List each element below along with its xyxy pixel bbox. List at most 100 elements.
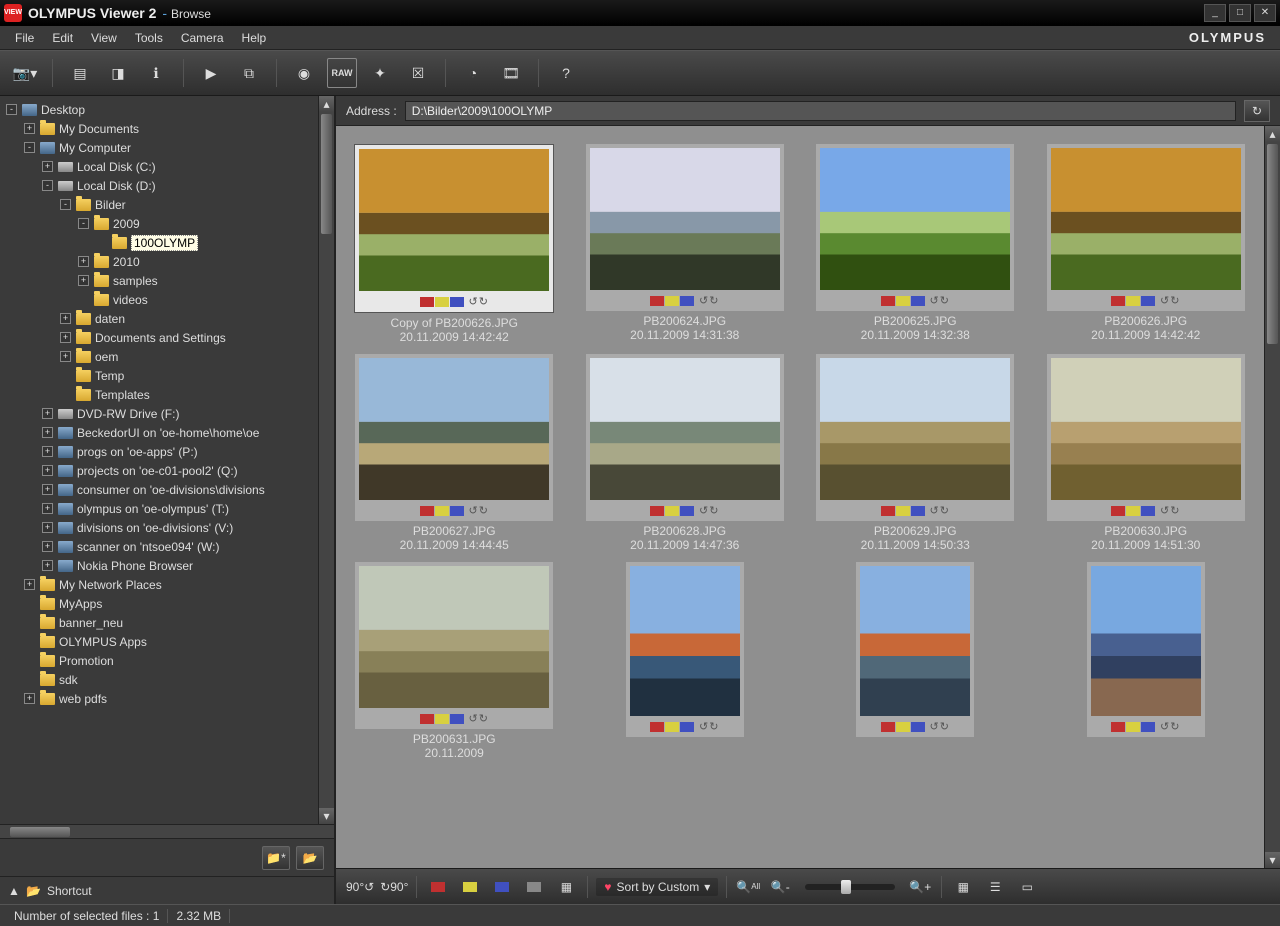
view-list-button[interactable]: ☰ (982, 875, 1008, 899)
tree-item[interactable]: -2009 (2, 214, 316, 233)
expand-icon[interactable]: + (24, 123, 35, 134)
camera-import-icon[interactable]: 📷▾ (10, 58, 40, 88)
maximize-button[interactable]: □ (1229, 4, 1251, 22)
expand-icon[interactable]: + (42, 446, 53, 457)
expand-icon[interactable]: + (42, 408, 53, 419)
filter-all-button[interactable]: ▦ (553, 875, 579, 899)
expand-icon[interactable]: + (42, 541, 53, 552)
tree-item[interactable]: +My Network Places (2, 575, 316, 594)
expand-icon[interactable]: + (24, 693, 35, 704)
tree-hscrollbar[interactable] (0, 824, 334, 838)
help-icon[interactable]: ? (551, 58, 581, 88)
collapse-icon[interactable]: - (42, 180, 53, 191)
menu-view[interactable]: View (82, 28, 126, 48)
tree-item[interactable]: +2010 (2, 252, 316, 271)
tree-item[interactable]: Temp (2, 366, 316, 385)
filter-yellow-button[interactable] (457, 875, 483, 899)
zoom-all-button[interactable]: 🔍All (735, 875, 761, 899)
view-grid-button[interactable]: ▦ (950, 875, 976, 899)
thumbnail-item[interactable]: ↺↻ (581, 562, 790, 760)
rgb-adjust-icon[interactable]: ◉ (289, 58, 319, 88)
zoom-out-button[interactable]: 🔍- (767, 875, 793, 899)
tree-item[interactable]: +daten (2, 309, 316, 328)
expand-up-icon[interactable]: ▲ (8, 885, 20, 897)
film-icon[interactable]: 🎞 (496, 58, 526, 88)
menu-tools[interactable]: Tools (126, 28, 172, 48)
menu-camera[interactable]: Camera (172, 28, 233, 48)
tree-item[interactable]: -Local Disk (D:) (2, 176, 316, 195)
tree-item[interactable]: +divisions on 'oe-divisions' (V:) (2, 518, 316, 537)
crop-icon[interactable]: ☒ (403, 58, 433, 88)
collapse-icon[interactable]: - (60, 199, 71, 210)
filter-red-button[interactable] (425, 875, 451, 899)
tree-item[interactable]: 100OLYMP (2, 233, 316, 252)
collapse-icon[interactable]: - (78, 218, 89, 229)
tree-item[interactable]: +Documents and Settings (2, 328, 316, 347)
thumbnail-item[interactable]: ↺↻PB200624.JPG20.11.2009 14:31:38 (581, 144, 790, 344)
thumbnail-item[interactable]: ↺↻Copy of PB200626.JPG20.11.2009 14:42:4… (350, 144, 559, 344)
address-input[interactable] (405, 101, 1236, 121)
folder-tree[interactable]: -Desktop+My Documents-My Computer+Local … (0, 96, 318, 824)
compare-icon[interactable]: ⧉ (234, 58, 264, 88)
tree-item[interactable]: OLYMPUS Apps (2, 632, 316, 651)
shortcut-panel-header[interactable]: ▲ 📂 Shortcut (0, 876, 334, 904)
expand-icon[interactable]: + (42, 560, 53, 571)
expand-icon[interactable]: + (78, 275, 89, 286)
thumbnail-item[interactable]: ↺↻PB200631.JPG20.11.2009 (350, 562, 559, 760)
tree-item[interactable]: +samples (2, 271, 316, 290)
expand-icon[interactable]: + (42, 522, 53, 533)
raw-icon[interactable]: RAW (327, 58, 357, 88)
thumbnail-item[interactable]: ↺↻ (1042, 562, 1251, 760)
thumbnail-item[interactable]: ↺↻PB200628.JPG20.11.2009 14:47:36 (581, 354, 790, 552)
tree-item[interactable]: Promotion (2, 651, 316, 670)
zoom-slider[interactable] (805, 884, 895, 890)
menu-file[interactable]: File (6, 28, 43, 48)
tree-item[interactable]: +BeckedorUI on 'oe-home\home\oe (2, 423, 316, 442)
thumbnail-item[interactable]: ↺↻PB200629.JPG20.11.2009 14:50:33 (811, 354, 1020, 552)
expand-icon[interactable]: + (60, 332, 71, 343)
expand-icon[interactable]: + (42, 161, 53, 172)
collapse-icon[interactable]: - (6, 104, 17, 115)
thumbnail-area[interactable]: ↺↻Copy of PB200626.JPG20.11.2009 14:42:4… (336, 126, 1264, 868)
tree-item[interactable]: MyApps (2, 594, 316, 613)
tree-item[interactable]: +Nokia Phone Browser (2, 556, 316, 575)
magic-wand-icon[interactable]: ✦ (365, 58, 395, 88)
tree-item[interactable]: -My Computer (2, 138, 316, 157)
thumbnail-item[interactable]: ↺↻PB200625.JPG20.11.2009 14:32:38 (811, 144, 1020, 344)
split-view-icon[interactable]: ◨ (103, 58, 133, 88)
tree-item[interactable]: +oem (2, 347, 316, 366)
dial-icon[interactable]: ◔ (458, 58, 488, 88)
expand-icon[interactable]: + (60, 313, 71, 324)
thumbnail-item[interactable]: ↺↻PB200626.JPG20.11.2009 14:42:42 (1042, 144, 1251, 344)
sort-dropdown[interactable]: ♥ Sort by Custom ▾ (596, 878, 718, 896)
tree-item[interactable]: banner_neu (2, 613, 316, 632)
expand-icon[interactable]: + (42, 427, 53, 438)
expand-icon[interactable]: + (42, 465, 53, 476)
folder-up-button[interactable]: 📂 (296, 846, 324, 870)
collapse-icon[interactable]: - (24, 142, 35, 153)
view-detail-button[interactable]: ▭ (1014, 875, 1040, 899)
info-icon[interactable]: ℹ (141, 58, 171, 88)
filter-grey-button[interactable] (521, 875, 547, 899)
tree-item[interactable]: sdk (2, 670, 316, 689)
expand-icon[interactable]: + (42, 503, 53, 514)
thumbnail-item[interactable]: ↺↻PB200627.JPG20.11.2009 14:44:45 (350, 354, 559, 552)
tree-item[interactable]: +Local Disk (C:) (2, 157, 316, 176)
expand-icon[interactable]: + (78, 256, 89, 267)
zoom-in-button[interactable]: 🔍+ (907, 875, 933, 899)
filter-blue-button[interactable] (489, 875, 515, 899)
menu-help[interactable]: Help (233, 28, 276, 48)
new-folder-button[interactable]: 📁* (262, 846, 290, 870)
tree-item[interactable]: +projects on 'oe-c01-pool2' (Q:) (2, 461, 316, 480)
thumbnail-item[interactable]: ↺↻PB200630.JPG20.11.2009 14:51:30 (1042, 354, 1251, 552)
rotate-left-button[interactable]: 90°↺ (346, 875, 374, 899)
address-go-button[interactable]: ↻ (1244, 100, 1270, 122)
thumbnail-item[interactable]: ↺↻ (811, 562, 1020, 760)
menu-edit[interactable]: Edit (43, 28, 82, 48)
tree-item[interactable]: +My Documents (2, 119, 316, 138)
tree-vscrollbar[interactable]: ▴▾ (318, 96, 334, 824)
layout-grid-icon[interactable]: ▤ (65, 58, 95, 88)
rotate-right-button[interactable]: ↻90° (380, 875, 408, 899)
tree-item[interactable]: -Desktop (2, 100, 316, 119)
expand-icon[interactable]: + (60, 351, 71, 362)
